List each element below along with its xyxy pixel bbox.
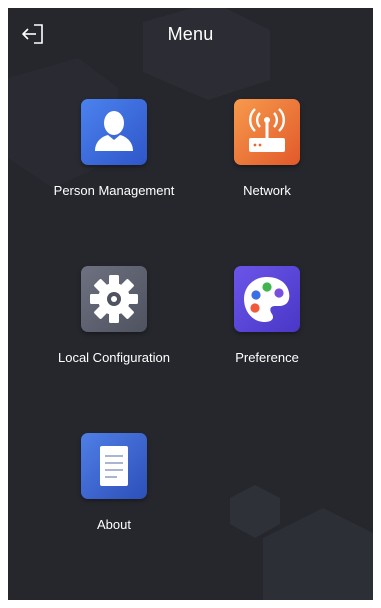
menu-item-local-configuration[interactable]: Local Configuration [39, 266, 189, 398]
menu-item-label: Person Management [53, 183, 175, 198]
network-icon-box [234, 99, 300, 165]
top-bar: Menu [8, 8, 373, 60]
menu-item-person-management[interactable]: Person Management [39, 99, 189, 231]
palette-icon [234, 266, 300, 332]
menu-item-label: About [97, 517, 131, 532]
menu-item-label: Local Configuration [57, 350, 171, 365]
person-management-icon-box [81, 99, 147, 165]
gear-icon [81, 266, 147, 332]
person-icon [81, 99, 147, 165]
router-icon [234, 99, 300, 165]
document-icon [81, 433, 147, 499]
menu-item-about[interactable]: About [39, 433, 189, 565]
menu-item-network[interactable]: Network [192, 99, 342, 231]
page-title: Menu [167, 24, 214, 44]
menu-item-label: Preference [235, 350, 299, 365]
menu-item-label: Network [243, 183, 291, 198]
preference-icon-box [234, 266, 300, 332]
menu-item-preference[interactable]: Preference [192, 266, 342, 398]
local-configuration-icon-box [81, 266, 147, 332]
menu-screen: Menu Person Management Network Local Con… [8, 8, 373, 600]
about-icon-box [81, 433, 147, 499]
